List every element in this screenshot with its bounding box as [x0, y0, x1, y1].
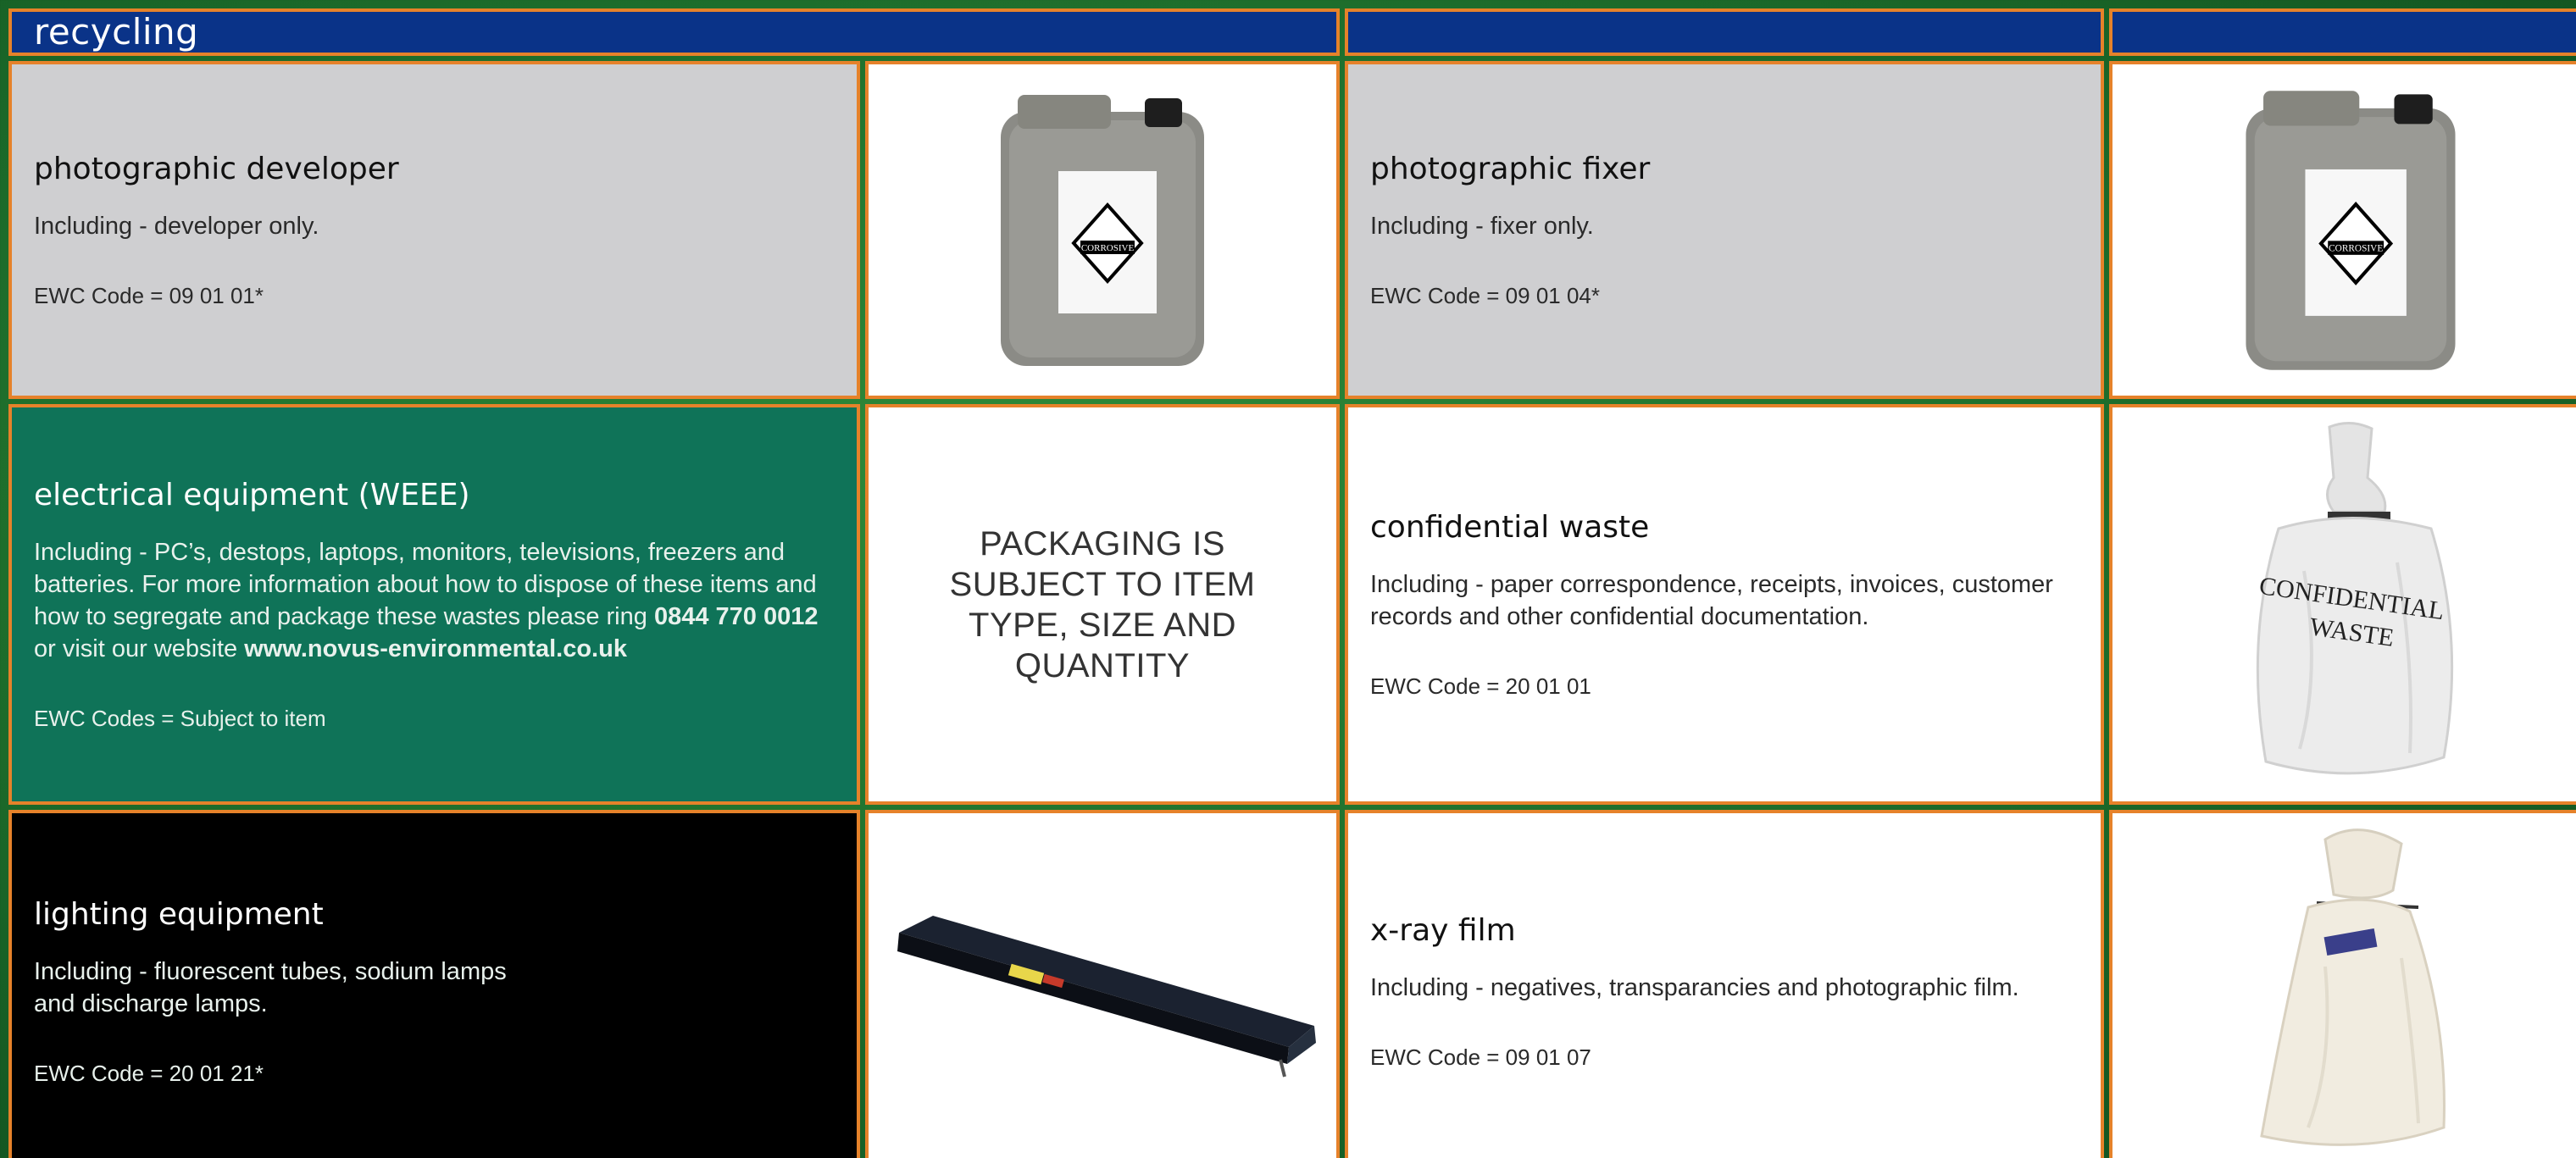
- item-x-ray-film: x-ray film Including - negatives, transp…: [1345, 810, 2104, 1158]
- xray-image-cell: [2109, 810, 2576, 1158]
- svg-text:CORROSIVE: CORROSIVE: [2329, 243, 2383, 253]
- item-electrical-equipment: electrical equipment (WEEE) Including - …: [8, 404, 860, 805]
- header-bar: recycling: [8, 8, 1340, 56]
- item-lighting-equipment: lighting equipment Including - fluoresce…: [8, 810, 860, 1158]
- packaging-note: PACKAGING IS SUBJECT TO ITEM TYPE, SIZE …: [949, 524, 1256, 684]
- item-description: Including - paper correspondence, receip…: [1370, 570, 2053, 630]
- ewc-code: EWC Code = 09 01 04*: [1370, 282, 1600, 308]
- header-bar-segment: [2109, 8, 2576, 56]
- description-text: or visit our website: [34, 634, 238, 662]
- recycling-table: recycling photographic developer Includi…: [8, 8, 2576, 1158]
- fixer-image-cell: CORROSIVE: [2109, 61, 2576, 399]
- container-icon: CORROSIVE: [2245, 90, 2456, 370]
- item-title: lighting equipment: [34, 896, 324, 932]
- phone-number: 0844 770 0012: [653, 602, 819, 630]
- item-title: photographic developer: [34, 151, 399, 186]
- ewc-code: EWC Code = 09 01 07: [1370, 1044, 1591, 1070]
- ewc-code: EWC Code = 20 01 21*: [34, 1060, 264, 1086]
- packaging-note-cell: PACKAGING IS SUBJECT TO ITEM TYPE, SIZE …: [865, 404, 1340, 805]
- sack-icon: CONFIDENTIAL WASTE: [2256, 421, 2453, 774]
- ewc-code: EWC Codes = Subject to item: [34, 705, 326, 731]
- ewc-code: EWC Code = 09 01 01*: [34, 282, 264, 308]
- item-confidential-waste: confidential waste Including - paper cor…: [1345, 404, 2104, 805]
- ewc-code: EWC Code = 20 01 01: [1370, 673, 1591, 699]
- website-link[interactable]: www.novus-environmental.co.uk: [244, 635, 627, 662]
- sack-icon: [2259, 828, 2446, 1146]
- item-title: photographic fixer: [1370, 151, 1651, 186]
- item-description: Including - negatives, transparancies an…: [1370, 973, 2019, 1001]
- item-title: x-ray film: [1370, 912, 1516, 948]
- container-icon: CORROSIVE: [1001, 94, 1204, 366]
- tube-box-icon: [897, 915, 1316, 1077]
- developer-image-cell: CORROSIVE: [865, 61, 1340, 399]
- confidential-image-cell: CONFIDENTIAL WASTE: [2109, 404, 2576, 805]
- header-bar-segment: [1345, 8, 2104, 56]
- item-photographic-developer: photographic developer Including - devel…: [8, 61, 860, 399]
- item-description: Including - PC’s, destops, laptops, moni…: [34, 536, 840, 665]
- page-title: recycling: [34, 11, 199, 53]
- svg-text:CORROSIVE: CORROSIVE: [1081, 243, 1135, 253]
- item-description: Including - fixer only.: [1370, 212, 1594, 240]
- item-photographic-fixer: photographic fixer Including - fixer onl…: [1345, 61, 2104, 399]
- lighting-image-cell: [865, 810, 1340, 1158]
- item-description: Including - fluorescent tubes, sodium la…: [34, 957, 507, 1017]
- item-description: Including - developer only.: [34, 212, 319, 240]
- item-title: electrical equipment (WEEE): [34, 477, 470, 513]
- item-title: confidential waste: [1370, 509, 1650, 545]
